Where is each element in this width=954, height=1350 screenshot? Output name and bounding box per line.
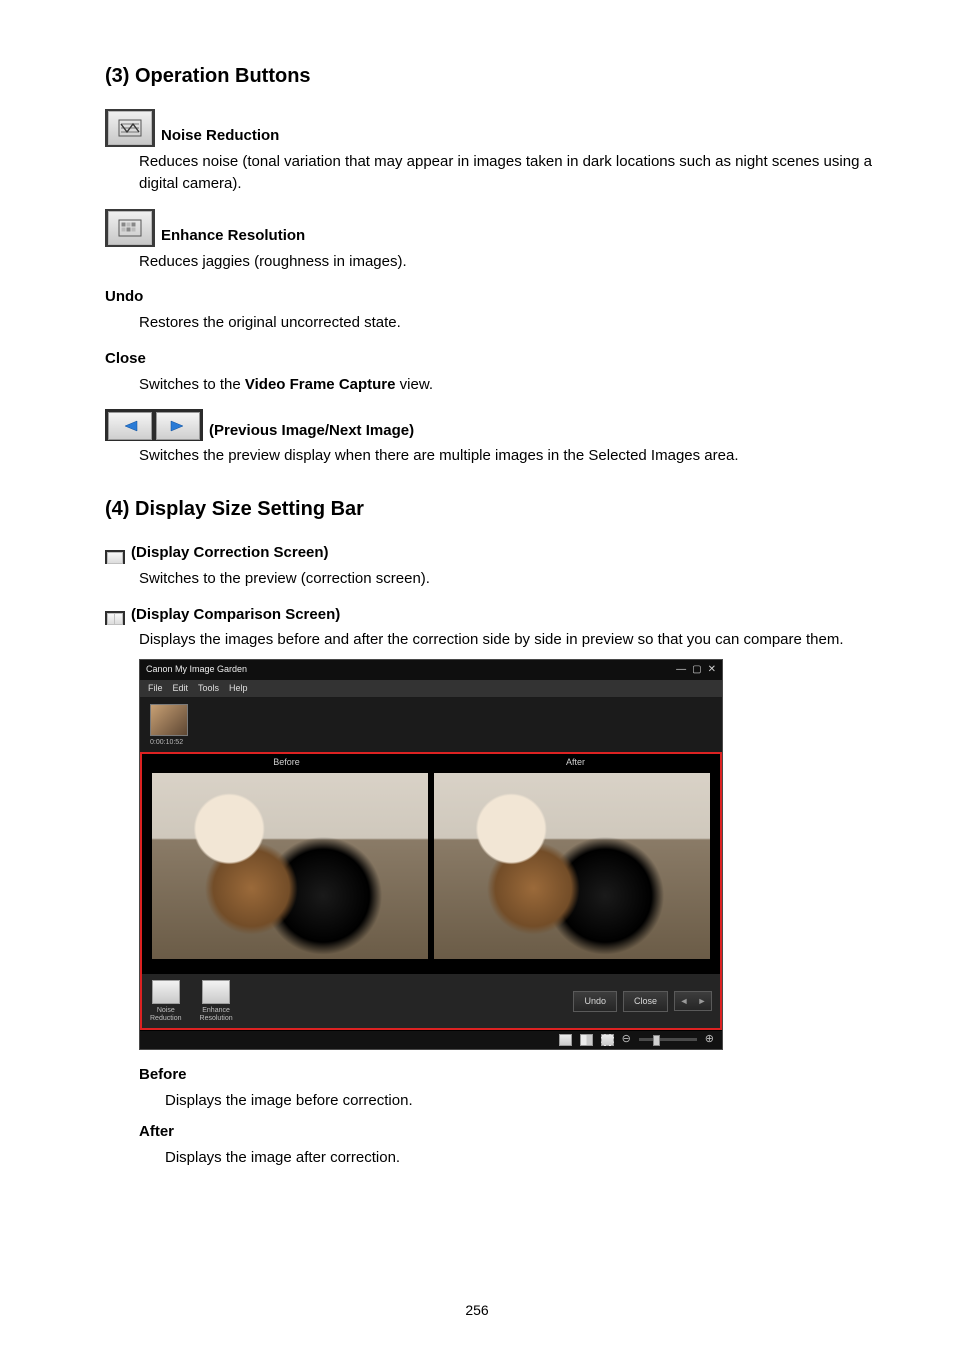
page-number: 256 bbox=[0, 1300, 954, 1320]
thumb-timestamp: 0:00:10:52 bbox=[150, 738, 712, 748]
noise-reduction-icon bbox=[105, 109, 155, 147]
close-text-post: view. bbox=[396, 376, 434, 393]
prev-image-icon bbox=[108, 412, 152, 440]
comparison-screenshot: Canon My Image Garden — ▢ ✕ File Edit To… bbox=[139, 659, 723, 1050]
section-3-heading: (3) Operation Buttons bbox=[105, 62, 894, 91]
next-mini-icon[interactable]: ► bbox=[693, 992, 711, 1010]
comparison-screen-title: (Display Comparison Screen) bbox=[131, 604, 340, 626]
app-menubar: File Edit Tools Help bbox=[140, 680, 722, 698]
comparison-screen-text: Displays the images before and after the… bbox=[139, 629, 894, 651]
noise-reduction-text: Reduces noise (tonal variation that may … bbox=[139, 151, 894, 195]
video-thumbnail[interactable] bbox=[150, 704, 188, 736]
compare-label-before: Before bbox=[142, 756, 431, 769]
correction-screen-title: (Display Correction Screen) bbox=[131, 542, 329, 564]
item-undo: Undo Restores the original uncorrected s… bbox=[105, 286, 894, 334]
menu-file[interactable]: File bbox=[148, 682, 163, 695]
correction-screen-text: Switches to the preview (correction scre… bbox=[139, 568, 894, 590]
prev-next-mini[interactable]: ◄ ► bbox=[674, 991, 712, 1011]
item-prev-next: (Previous Image/Next Image) Switches the… bbox=[105, 409, 894, 467]
undo-text: Restores the original uncorrected state. bbox=[139, 312, 894, 334]
enhance-resolution-icon bbox=[105, 209, 155, 247]
close-button[interactable]: Close bbox=[623, 991, 668, 1012]
after-text: Displays the image after correction. bbox=[165, 1147, 894, 1169]
op-enhance-label: EnhanceResolution bbox=[200, 1007, 233, 1022]
enhance-resolution-text: Reduces jaggies (roughness in images). bbox=[139, 251, 894, 273]
item-before: Before Displays the image before correct… bbox=[139, 1064, 894, 1112]
app-titlebar: Canon My Image Garden — ▢ ✕ bbox=[140, 660, 722, 680]
footer-comparison-icon[interactable] bbox=[580, 1034, 593, 1046]
close-text-bold: Video Frame Capture bbox=[245, 376, 396, 393]
menu-edit[interactable]: Edit bbox=[173, 682, 189, 695]
item-after: After Displays the image after correctio… bbox=[139, 1121, 894, 1169]
noise-reduction-title: Noise Reduction bbox=[161, 125, 279, 147]
prev-mini-icon[interactable]: ◄ bbox=[675, 992, 693, 1010]
close-title: Close bbox=[105, 348, 146, 370]
undo-button[interactable]: Undo bbox=[573, 991, 617, 1012]
prev-next-title: (Previous Image/Next Image) bbox=[209, 420, 414, 442]
undo-title: Undo bbox=[105, 286, 143, 308]
maximize-icon[interactable]: ▢ bbox=[692, 663, 701, 678]
op-enhance-resolution[interactable]: EnhanceResolution bbox=[200, 980, 233, 1022]
op-noise-label: NoiseReduction bbox=[150, 1007, 182, 1022]
after-title: After bbox=[139, 1121, 174, 1143]
op-noise-reduction[interactable]: NoiseReduction bbox=[150, 980, 182, 1022]
next-image-icon bbox=[156, 412, 200, 440]
footer-correction-icon[interactable] bbox=[559, 1034, 572, 1046]
operation-bar: NoiseReduction EnhanceResolution Undo Cl… bbox=[142, 973, 720, 1028]
item-enhance-resolution: Enhance Resolution Reduces jaggies (roug… bbox=[105, 209, 894, 273]
item-noise-reduction: Noise Reduction Reduces noise (tonal var… bbox=[105, 109, 894, 195]
before-title: Before bbox=[139, 1064, 187, 1086]
zoom-in-icon[interactable]: ⊕ bbox=[705, 1034, 714, 1045]
app-title: Canon My Image Garden bbox=[146, 663, 247, 676]
comparison-frame: Before After NoiseReduction bbox=[140, 752, 722, 1030]
close-text-pre: Switches to the bbox=[139, 376, 245, 393]
noise-reduction-glyph-icon bbox=[152, 980, 180, 1004]
compare-label-after: After bbox=[431, 756, 720, 769]
footer-fit-icon[interactable] bbox=[601, 1034, 614, 1046]
prev-next-icon bbox=[105, 409, 203, 441]
item-correction-screen: (Display Correction Screen) Switches to … bbox=[105, 542, 894, 590]
thumbnail-strip: 0:00:10:52 bbox=[140, 698, 722, 752]
item-close: Close Switches to the Video Frame Captur… bbox=[105, 348, 894, 396]
after-image bbox=[434, 773, 710, 959]
menu-tools[interactable]: Tools bbox=[198, 682, 219, 695]
prev-next-text: Switches the preview display when there … bbox=[139, 445, 894, 467]
section-4-heading: (4) Display Size Setting Bar bbox=[105, 495, 894, 524]
display-size-bar: ⊖ ⊕ bbox=[140, 1030, 722, 1049]
zoom-slider[interactable] bbox=[639, 1038, 697, 1041]
before-image bbox=[152, 773, 428, 959]
zoom-out-icon[interactable]: ⊖ bbox=[622, 1034, 631, 1045]
enhance-resolution-glyph-icon bbox=[202, 980, 230, 1004]
close-text: Switches to the Video Frame Capture view… bbox=[139, 374, 894, 396]
minimize-icon[interactable]: — bbox=[676, 663, 686, 678]
item-comparison-screen: (Display Comparison Screen) Displays the… bbox=[105, 604, 894, 1169]
before-text: Displays the image before correction. bbox=[165, 1090, 894, 1112]
close-window-icon[interactable]: ✕ bbox=[708, 663, 716, 678]
comparison-screen-icon bbox=[105, 611, 125, 625]
correction-screen-icon bbox=[105, 550, 125, 564]
menu-help[interactable]: Help bbox=[229, 682, 248, 695]
enhance-resolution-title: Enhance Resolution bbox=[161, 225, 305, 247]
